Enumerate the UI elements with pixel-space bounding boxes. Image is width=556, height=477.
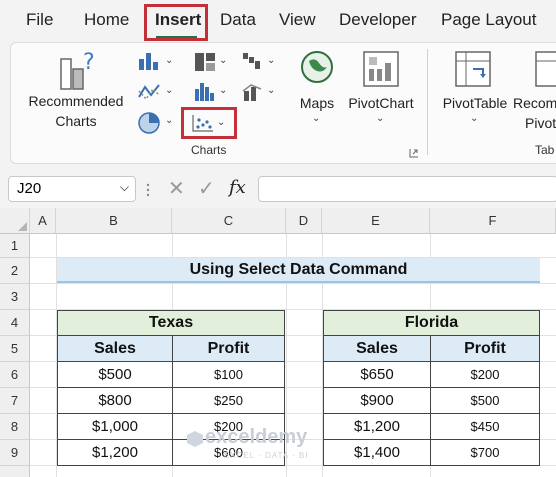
chevron-down-icon[interactable]: ⌄ (267, 55, 275, 66)
florida-sales-cell[interactable]: $650 (323, 361, 431, 388)
row-header-3[interactable]: 3 (0, 284, 30, 310)
pivottable-icon[interactable] (453, 49, 493, 89)
watermark-name: exceldemy (205, 426, 308, 448)
texas-sales-header: Sales (57, 335, 173, 362)
chevron-down-icon[interactable]: ⌄ (165, 115, 173, 126)
recommended-charts-icon[interactable]: ? (57, 49, 101, 93)
tab-page-layout[interactable]: Page Layout (441, 10, 536, 30)
tab-home[interactable]: Home (84, 10, 129, 30)
globe-icon[interactable] (299, 49, 335, 85)
line-chart-icon[interactable] (137, 81, 163, 103)
chevron-down-icon[interactable]: ⌄ (470, 113, 478, 124)
pie-chart-icon[interactable] (137, 111, 161, 135)
enter-icon[interactable]: ✓ (198, 176, 215, 201)
row-header-9[interactable]: 9 (0, 440, 30, 466)
row-header-10[interactable] (0, 466, 30, 477)
pivottable-button[interactable]: PivotTable (435, 93, 515, 113)
florida-profit-header: Profit (430, 335, 540, 362)
statistic-chart-icon[interactable] (193, 81, 217, 103)
tab-data[interactable]: Data (220, 10, 256, 30)
row-header-4[interactable]: 4 (0, 310, 30, 336)
texas-sales-cell[interactable]: $800 (57, 387, 173, 414)
insert-tab-highlight (144, 4, 208, 41)
select-all-corner[interactable] (0, 208, 30, 234)
texas-profit-cell[interactable]: $100 (172, 361, 285, 388)
ribbon-tab-bar: File Home Insert Data View Developer Pag… (0, 0, 556, 42)
florida-profit-cell[interactable]: $200 (430, 361, 540, 388)
group-separator (427, 49, 428, 155)
texas-sales-cell[interactable]: $500 (57, 361, 173, 388)
chevron-down-icon[interactable]: ⌄ (376, 113, 384, 124)
waterfall-chart-icon[interactable] (241, 51, 265, 73)
tab-view[interactable]: View (279, 10, 316, 30)
charts-group-label: Charts (191, 143, 227, 157)
column-header-d[interactable]: D (286, 208, 322, 234)
gridline (30, 283, 556, 284)
florida-sales-header: Sales (323, 335, 431, 362)
recommended-pivottables-line1: Recom (513, 95, 556, 111)
insert-function-button[interactable]: fx (229, 177, 246, 198)
texas-profit-header: Profit (172, 335, 285, 362)
ribbon-panel: ? Recommended Charts ⌄ ⌄ ⌄ ⌄ ⌄ ⌄ ⌄ ⌄ Map… (10, 42, 556, 164)
tab-file[interactable]: File (26, 10, 53, 30)
florida-header: Florida (323, 310, 540, 336)
combo-chart-icon[interactable] (241, 81, 265, 103)
pivotchart-icon[interactable] (361, 49, 401, 89)
cancel-icon[interactable]: ✕ (168, 176, 185, 201)
texas-sales-cell[interactable]: $1,000 (57, 413, 173, 440)
florida-sales-cell[interactable]: $1,400 (323, 439, 431, 466)
florida-profit-cell[interactable]: $450 (430, 413, 540, 440)
chevron-down-icon[interactable]: ⌄ (312, 113, 320, 124)
florida-sales-cell[interactable]: $1,200 (323, 413, 431, 440)
recommended-pivottables-line2: Pivot (525, 115, 556, 131)
chevron-down-icon[interactable]: ⌵ (120, 180, 129, 195)
column-header-f[interactable]: F (430, 208, 556, 234)
texas-header: Texas (57, 310, 285, 336)
recommended-charts-button[interactable]: Recommended Charts (23, 91, 129, 131)
recommended-pivottables-button[interactable]: Recom Pivot (513, 93, 556, 133)
row-header-7[interactable]: 7 (0, 388, 30, 414)
recommended-charts-label-line2: Charts (55, 113, 97, 129)
texas-profit-cell[interactable]: $250 (172, 387, 285, 414)
formula-input[interactable] (258, 176, 556, 202)
drag-handle-icon[interactable] (146, 182, 150, 198)
chevron-down-icon[interactable]: ⌄ (219, 85, 227, 96)
dialog-launcher-icon[interactable] (409, 145, 419, 158)
chevron-down-icon[interactable]: ⌄ (267, 85, 275, 96)
tables-group-label: Tab (535, 143, 555, 157)
row-header-2[interactable]: 2 (0, 258, 30, 284)
row-header-5[interactable]: 5 (0, 336, 30, 362)
florida-sales-cell[interactable]: $900 (323, 387, 431, 414)
row-header-8[interactable]: 8 (0, 414, 30, 440)
hierarchy-chart-icon[interactable] (193, 51, 217, 73)
name-box[interactable]: J20 ⌵ (8, 176, 136, 202)
recommended-charts-label-line1: Recommended (28, 93, 124, 109)
row-header-1[interactable]: 1 (0, 234, 30, 258)
column-header-c[interactable]: C (172, 208, 286, 234)
chevron-down-icon[interactable]: ⌄ (165, 85, 173, 96)
chevron-down-icon[interactable]: ⌄ (219, 55, 227, 66)
scatter-chart-highlight (181, 107, 237, 139)
pivotchart-button[interactable]: PivotChart (341, 93, 421, 113)
chevron-down-icon[interactable]: ⌄ (165, 55, 173, 66)
exceldemy-logo-icon (186, 430, 204, 448)
row-header-6[interactable]: 6 (0, 362, 30, 388)
recommended-pivottables-icon[interactable] (533, 49, 556, 89)
column-chart-icon[interactable] (137, 51, 161, 71)
tab-developer[interactable]: Developer (339, 10, 417, 30)
column-header-e[interactable]: E (322, 208, 430, 234)
svg-text:?: ? (83, 50, 95, 75)
name-box-value: J20 (17, 180, 42, 197)
column-header-b[interactable]: B (56, 208, 172, 234)
florida-profit-cell[interactable]: $700 (430, 439, 540, 466)
sheet-title: Using Select Data Command (57, 258, 540, 283)
florida-profit-cell[interactable]: $500 (430, 387, 540, 414)
column-header-a[interactable]: A (30, 208, 56, 234)
texas-sales-cell[interactable]: $1,200 (57, 439, 173, 466)
watermark-tagline: EXCEL · DATA · BI (224, 451, 309, 460)
maps-button[interactable]: Maps (287, 93, 347, 113)
